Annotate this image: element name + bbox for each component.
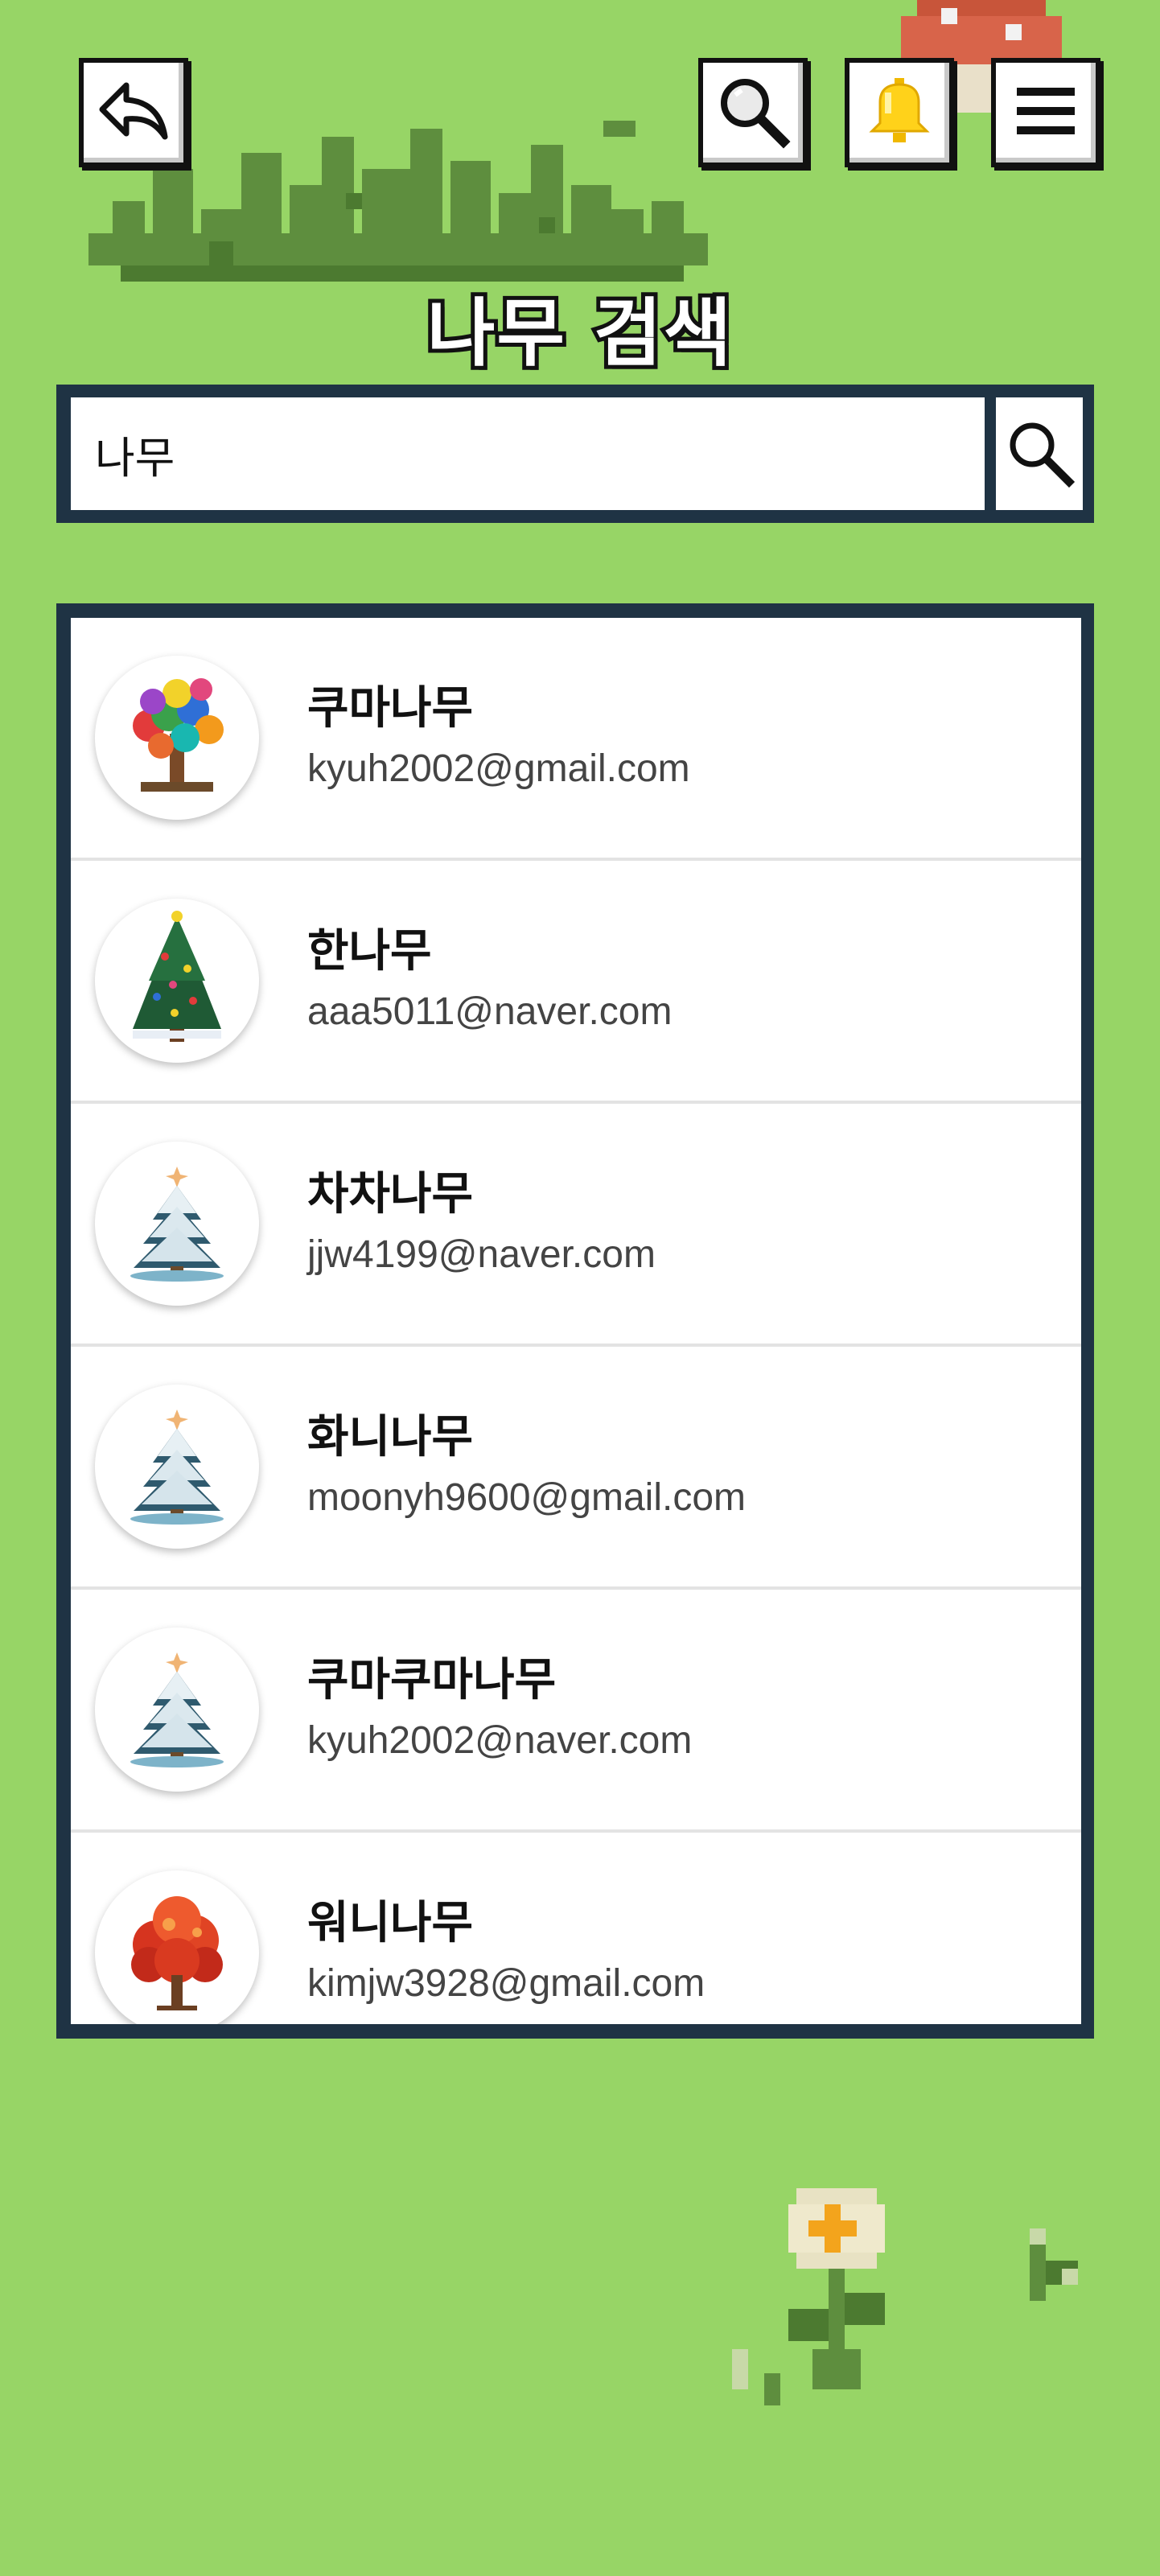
- user-email: kyuh2002@naver.com: [307, 1719, 693, 1762]
- user-name: 쿠마쿠마나무: [307, 1654, 557, 1706]
- avatar: [95, 1627, 259, 1792]
- back-button[interactable]: [79, 58, 188, 167]
- pixel-flower-decoration: [732, 2188, 917, 2430]
- avatar: [95, 899, 259, 1063]
- user-email: kimjw3928@gmail.com: [307, 1962, 705, 2005]
- user-name: 워니나무: [307, 1897, 474, 1949]
- avatar: [95, 1142, 259, 1306]
- magnifier-icon: [1003, 416, 1076, 492]
- list-item[interactable]: 한나무 aaa5011@naver.com: [71, 861, 1081, 1104]
- avatar: [95, 1870, 259, 2024]
- avatar: [95, 1385, 259, 1549]
- list-item[interactable]: 차차나무 jjw4199@naver.com: [71, 1104, 1081, 1347]
- user-name: 화니나무: [307, 1411, 474, 1463]
- list-item[interactable]: 쿠마쿠마나무 kyuh2002@naver.com: [71, 1590, 1081, 1833]
- snowy-pine-tree-icon: [130, 1409, 224, 1525]
- bell-icon: [866, 75, 933, 150]
- menu-button[interactable]: [991, 58, 1100, 167]
- snowy-pine-tree-icon: [130, 1652, 224, 1767]
- pixel-sprout-decoration: [1022, 2228, 1086, 2309]
- snowy-pine-tree-icon: [130, 1167, 224, 1282]
- rainbow-balloon-tree-icon: [133, 678, 224, 792]
- user-email: moonyh9600@gmail.com: [307, 1476, 746, 1519]
- search-bar: [56, 385, 1094, 523]
- list-item[interactable]: 화니나무 moonyh9600@gmail.com: [71, 1347, 1081, 1590]
- hamburger-menu-icon: [1014, 83, 1078, 142]
- user-email: jjw4199@naver.com: [307, 1233, 656, 1276]
- red-autumn-tree-icon: [131, 1896, 223, 2010]
- christmas-tree-icon: [133, 911, 221, 1042]
- user-email: aaa5011@naver.com: [307, 990, 673, 1033]
- user-name: 차차나무: [307, 1168, 474, 1220]
- page-title: 나무 검색: [423, 286, 736, 381]
- list-item[interactable]: 쿠마나무 kyuh2002@gmail.com: [71, 618, 1081, 861]
- magnifier-icon: [714, 72, 792, 153]
- search-results-list: 쿠마나무 kyuh2002@gmail.com 한나무 aaa5011@nave…: [56, 603, 1094, 2039]
- search-button[interactable]: [698, 58, 808, 167]
- back-arrow-icon: [97, 79, 170, 146]
- avatar: [95, 656, 259, 820]
- list-item[interactable]: 워니나무 kimjw3928@gmail.com: [71, 1833, 1081, 2024]
- user-name: 한나무: [307, 925, 432, 977]
- search-input[interactable]: [71, 397, 985, 510]
- user-email: kyuh2002@gmail.com: [307, 747, 690, 790]
- user-name: 쿠마나무: [307, 682, 474, 735]
- notification-button[interactable]: [845, 58, 954, 167]
- search-submit-button[interactable]: [996, 397, 1083, 510]
